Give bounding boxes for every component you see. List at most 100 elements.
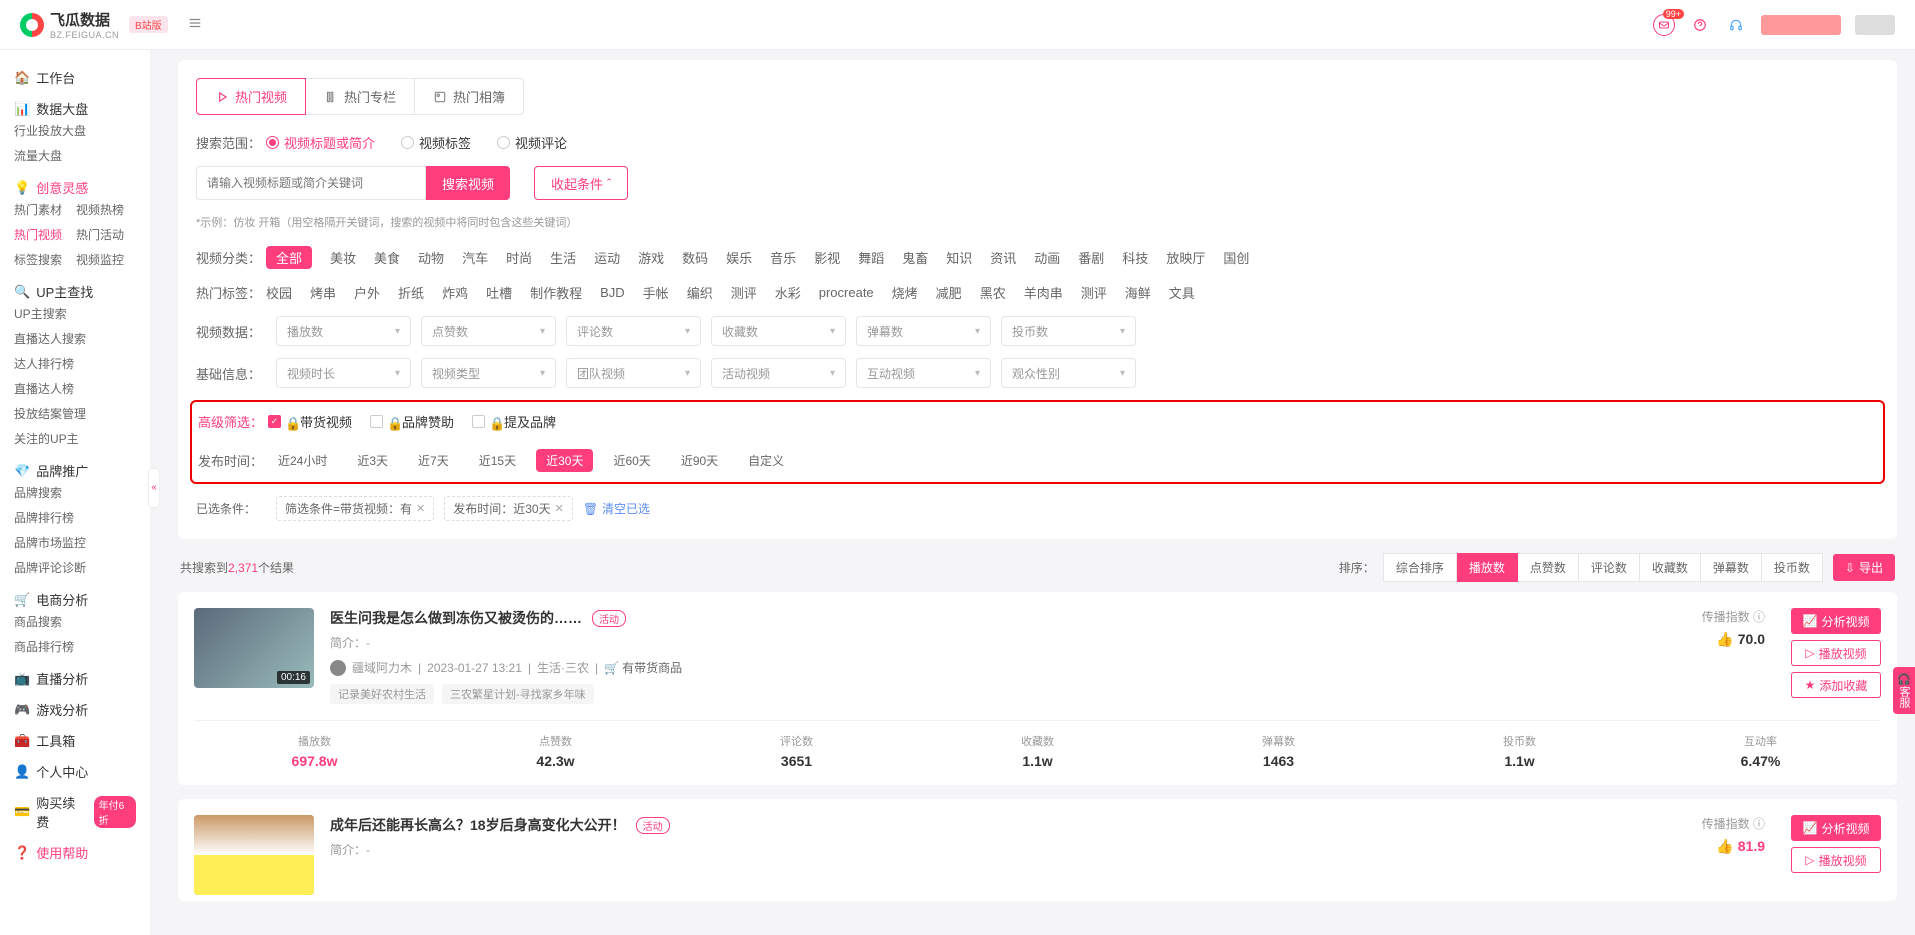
hot-tag[interactable]: procreate bbox=[819, 285, 874, 300]
video-thumbnail[interactable] bbox=[194, 815, 314, 895]
sort-button[interactable]: 弹幕数 bbox=[1701, 553, 1762, 582]
category-tag[interactable]: 舞蹈 bbox=[858, 248, 884, 267]
hot-tag[interactable]: 测评 bbox=[731, 283, 757, 302]
sidebar-item-dashboard[interactable]: 📊 数据大盘 bbox=[0, 91, 150, 122]
time-pill[interactable]: 近15天 bbox=[469, 449, 526, 472]
info-select[interactable]: 视频类型 bbox=[421, 358, 556, 388]
category-tag[interactable]: 番剧 bbox=[1078, 248, 1104, 267]
data-select[interactable]: 收藏数 bbox=[711, 316, 846, 346]
hot-tag[interactable]: 手帐 bbox=[643, 283, 669, 302]
sidebar-sub[interactable]: 标签搜索 bbox=[14, 251, 62, 268]
category-tag[interactable]: 科技 bbox=[1122, 248, 1148, 267]
category-tag[interactable]: 动物 bbox=[418, 248, 444, 267]
time-pill[interactable]: 近60天 bbox=[603, 449, 660, 472]
sidebar-sub[interactable]: 品牌评论诊断 bbox=[14, 559, 86, 576]
hot-tag[interactable]: 水彩 bbox=[775, 283, 801, 302]
category-tag[interactable]: 动画 bbox=[1034, 248, 1060, 267]
headset-icon[interactable] bbox=[1725, 14, 1747, 36]
video-tag[interactable]: 三农繁星计划-寻找家乡年味 bbox=[442, 684, 594, 704]
video-title[interactable]: 成年后还能再长高么？18岁后身高变化大公开！ bbox=[330, 815, 626, 835]
collapse-filter-button[interactable]: 收起条件 ˆ bbox=[534, 166, 628, 200]
hot-tag[interactable]: BJD bbox=[600, 285, 625, 300]
menu-toggle-icon[interactable] bbox=[188, 16, 202, 33]
sort-button[interactable]: 点赞数 bbox=[1518, 553, 1579, 582]
data-select[interactable]: 点赞数 bbox=[421, 316, 556, 346]
sidebar-item-ecom[interactable]: 🛒 电商分析 bbox=[0, 582, 150, 613]
export-button[interactable]: ⇩导出 bbox=[1833, 554, 1895, 581]
time-pill[interactable]: 近30天 bbox=[536, 449, 593, 472]
sidebar-sub[interactable]: 品牌搜索 bbox=[14, 484, 62, 501]
adv-opt-goods[interactable]: 🔒带货视频 bbox=[268, 412, 352, 431]
sidebar-item-personal[interactable]: 👤 个人中心 bbox=[0, 754, 150, 785]
hot-tag[interactable]: 烤串 bbox=[310, 283, 336, 302]
category-tag[interactable]: 美食 bbox=[374, 248, 400, 267]
info-select[interactable]: 观众性别 bbox=[1001, 358, 1136, 388]
sidebar-sub[interactable]: 热门活动 bbox=[76, 226, 124, 243]
sidebar-sub[interactable]: UP主搜索 bbox=[14, 305, 67, 322]
hot-tag[interactable]: 吐槽 bbox=[486, 283, 512, 302]
help-icon[interactable] bbox=[1689, 14, 1711, 36]
category-tag[interactable]: 娱乐 bbox=[726, 248, 752, 267]
search-input[interactable] bbox=[196, 166, 426, 200]
sidebar-item-game[interactable]: 🎮 游戏分析 bbox=[0, 692, 150, 723]
data-select[interactable]: 评论数 bbox=[566, 316, 701, 346]
logo[interactable]: 飞瓜数据 BZ.FEIGUA.CN B站版 bbox=[20, 9, 168, 40]
category-tag[interactable]: 运动 bbox=[594, 248, 620, 267]
sidebar-sub[interactable]: 热门视频 bbox=[14, 226, 62, 243]
tab-hot-column[interactable]: 热门专栏 bbox=[306, 78, 415, 115]
info-select[interactable]: 互动视频 bbox=[856, 358, 991, 388]
favorite-button[interactable]: ★ 添加收藏 bbox=[1791, 672, 1881, 698]
sidebar-sub[interactable]: 品牌排行榜 bbox=[14, 509, 74, 526]
video-thumbnail[interactable]: 00:16 bbox=[194, 608, 314, 688]
clear-filters-link[interactable]: 🗑清空已选 bbox=[583, 500, 650, 517]
category-tag[interactable]: 汽车 bbox=[462, 248, 488, 267]
adv-opt-mention[interactable]: 🔒提及品牌 bbox=[472, 412, 556, 431]
sidebar-item-tools[interactable]: 🧰 工具箱 bbox=[0, 723, 150, 754]
category-tag[interactable]: 鬼畜 bbox=[902, 248, 928, 267]
video-title[interactable]: 医生问我是怎么做到冻伤又被烫伤的…… bbox=[330, 608, 582, 628]
sidebar-item-workbench[interactable]: 🏠 工作台 bbox=[0, 60, 150, 91]
data-select[interactable]: 播放数 bbox=[276, 316, 411, 346]
hot-tag[interactable]: 测评 bbox=[1081, 283, 1107, 302]
sidebar-sub[interactable]: 品牌市场监控 bbox=[14, 534, 86, 551]
info-select[interactable]: 视频时长 bbox=[276, 358, 411, 388]
hot-tag[interactable]: 黑农 bbox=[980, 283, 1006, 302]
sidebar-sub[interactable]: 视频监控 bbox=[76, 251, 124, 268]
chip-remove-icon[interactable]: ✕ bbox=[555, 502, 564, 515]
sidebar-item-creative[interactable]: 💡 创意灵感 bbox=[0, 170, 150, 201]
sidebar-item-renew[interactable]: 💳 购买续费年付6折 bbox=[0, 785, 150, 835]
category-tag[interactable]: 生活 bbox=[550, 248, 576, 267]
sidebar-sub[interactable]: 达人排行榜 bbox=[14, 355, 74, 372]
sidebar-item-up-search[interactable]: 🔍 UP主查找 bbox=[0, 274, 150, 305]
time-pill[interactable]: 近3天 bbox=[347, 449, 398, 472]
data-select[interactable]: 弹幕数 bbox=[856, 316, 991, 346]
sort-button[interactable]: 收藏数 bbox=[1640, 553, 1701, 582]
mail-icon[interactable]: 99+ bbox=[1653, 14, 1675, 36]
sidebar-sub[interactable]: 投放结案管理 bbox=[14, 405, 86, 422]
category-tag[interactable]: 美妆 bbox=[330, 248, 356, 267]
info-select[interactable]: 活动视频 bbox=[711, 358, 846, 388]
search-button[interactable]: 搜索视频 bbox=[426, 166, 510, 200]
sidebar-sub[interactable]: 直播达人搜索 bbox=[14, 330, 86, 347]
play-button[interactable]: ▷ 播放视频 bbox=[1791, 847, 1881, 873]
hot-tag[interactable]: 减肥 bbox=[936, 283, 962, 302]
sidebar-sub[interactable]: 热门素材 bbox=[14, 201, 62, 218]
hot-tag[interactable]: 编织 bbox=[687, 283, 713, 302]
time-pill[interactable]: 近90天 bbox=[671, 449, 728, 472]
video-tag[interactable]: 记录美好农村生活 bbox=[330, 684, 434, 704]
info-icon[interactable]: ⓘ bbox=[1753, 817, 1765, 831]
category-tag[interactable]: 音乐 bbox=[770, 248, 796, 267]
sidebar-item-live[interactable]: 📺 直播分析 bbox=[0, 661, 150, 692]
analyze-button[interactable]: 📈 分析视频 bbox=[1791, 608, 1881, 634]
category-tag[interactable]: 数码 bbox=[682, 248, 708, 267]
hot-tag[interactable]: 羊肉串 bbox=[1024, 283, 1063, 302]
scope-radio-tag[interactable]: 视频标签 bbox=[401, 133, 471, 152]
hot-tag[interactable]: 户外 bbox=[354, 283, 380, 302]
sidebar-sub[interactable]: 直播达人榜 bbox=[14, 380, 74, 397]
hot-tag[interactable]: 制作教程 bbox=[530, 283, 582, 302]
category-tag[interactable]: 游戏 bbox=[638, 248, 664, 267]
sidebar-item-help[interactable]: ❓ 使用帮助 bbox=[0, 835, 150, 866]
category-tag[interactable]: 国创 bbox=[1223, 248, 1249, 267]
hot-tag[interactable]: 折纸 bbox=[398, 283, 424, 302]
adv-opt-sponsor[interactable]: 🔒品牌赞助 bbox=[370, 412, 454, 431]
